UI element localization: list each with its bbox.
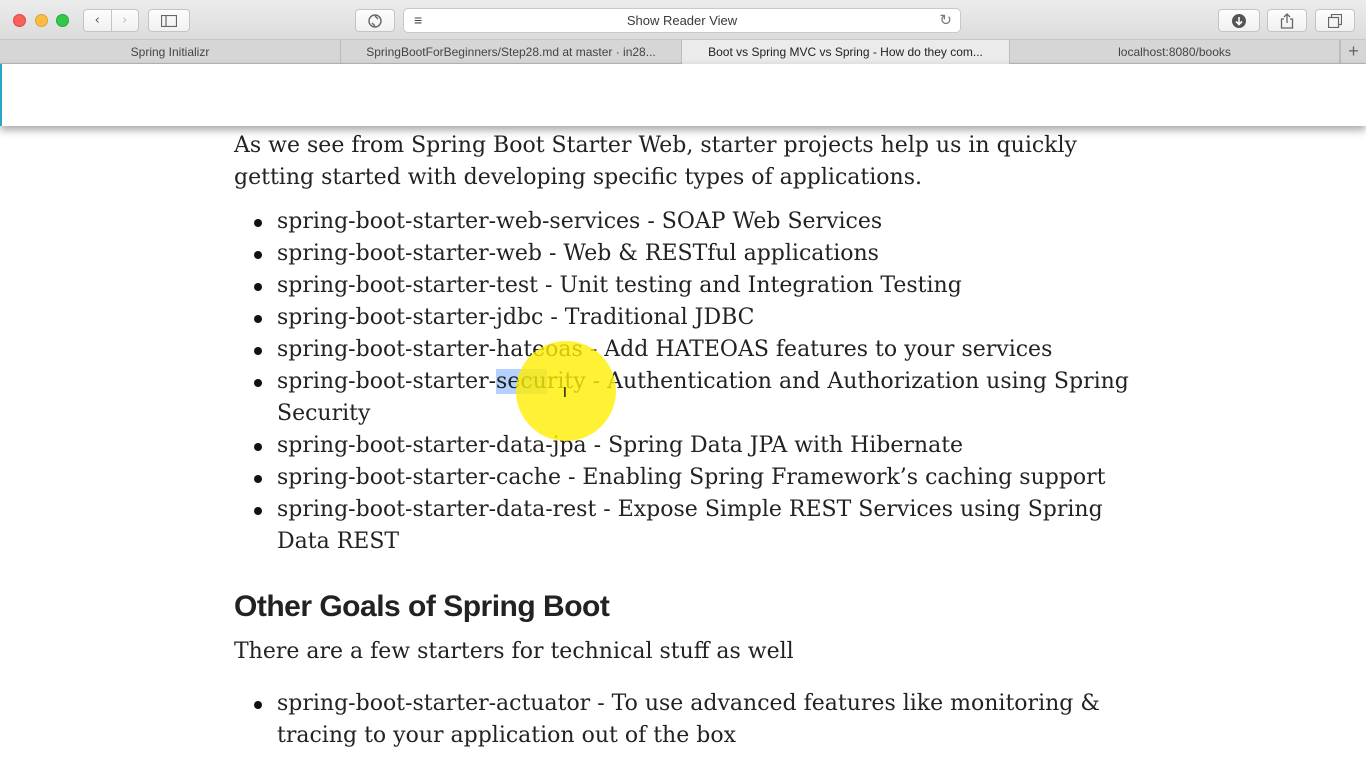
page-header-band bbox=[0, 64, 1366, 126]
starter-description: Spring Data JPA with Hibernate bbox=[608, 433, 964, 458]
starter-description: Web & RESTful applications bbox=[563, 241, 879, 266]
starter-name-prefix: spring-boot-starter- bbox=[277, 369, 497, 394]
tab-spring-initializr[interactable]: Spring Initializr bbox=[0, 40, 341, 64]
new-tab-button[interactable]: + bbox=[1340, 40, 1366, 64]
list-item: spring-boot-starter-cache - Enabling Spr… bbox=[234, 462, 1154, 494]
tab-label: SpringBootForBeginners/Step28.md at mast… bbox=[366, 45, 656, 59]
tab-github-step28[interactable]: SpringBootForBeginners/Step28.md at mast… bbox=[341, 40, 682, 64]
starter-description: Unit testing and Integration Testing bbox=[559, 273, 962, 298]
sidebar-icon bbox=[161, 14, 177, 27]
list-item: spring-boot-starter-web - Web & RESTful … bbox=[234, 238, 1154, 270]
list-item: spring-boot-starter-data-rest - Expose S… bbox=[234, 494, 1154, 558]
list-item: spring-boot-starter-web-services - SOAP … bbox=[234, 206, 1154, 238]
tabs-icon bbox=[1328, 13, 1342, 28]
starter-name: spring-boot-starter-data-rest bbox=[277, 497, 597, 522]
list-item: spring-boot-starter-test - Unit testing … bbox=[234, 270, 1154, 302]
downloads-button[interactable] bbox=[1218, 9, 1260, 32]
tab-label: localhost:8080/books bbox=[1118, 45, 1231, 59]
starter-description: Traditional JDBC bbox=[564, 305, 755, 330]
separator: - bbox=[586, 433, 609, 458]
list-item: spring-boot-starter-actuator - To use ad… bbox=[234, 688, 1154, 752]
separator: - bbox=[543, 305, 565, 330]
tab-overview-button[interactable] bbox=[1315, 9, 1355, 32]
article-content: As we see from Spring Boot Starter Web, … bbox=[234, 128, 1154, 752]
minimize-window-button[interactable] bbox=[35, 14, 48, 27]
text-cursor-icon: I bbox=[563, 386, 567, 401]
starters-list: spring-boot-starter-web-services - SOAP … bbox=[234, 206, 1154, 558]
starter-name: spring-boot-starter-test bbox=[277, 273, 539, 298]
zoom-window-button[interactable] bbox=[56, 14, 69, 27]
tab-bar: Spring Initializr SpringBootForBeginners… bbox=[0, 40, 1366, 64]
tab-boot-vs-spring-mvc[interactable]: Boot vs Spring MVC vs Spring - How do th… bbox=[682, 40, 1010, 64]
back-button[interactable]: ‹ bbox=[84, 10, 111, 31]
forward-button[interactable]: › bbox=[112, 10, 139, 31]
tab-localhost-books[interactable]: localhost:8080/books bbox=[1010, 40, 1340, 64]
nav-button-group: ‹ › bbox=[83, 9, 139, 32]
separator: - bbox=[585, 369, 608, 394]
starter-name: spring-boot-starter-data-jpa bbox=[277, 433, 587, 458]
section-paragraph: There are a few starters for technical s… bbox=[234, 639, 794, 664]
selected-text[interactable]: secu bbox=[496, 369, 547, 394]
browser-toolbar: ‹ › ≡ Show Reader View ↻ bbox=[0, 0, 1366, 40]
share-icon bbox=[1280, 12, 1294, 29]
starter-description: Add HATEOAS features to your services bbox=[604, 337, 1053, 362]
list-item: spring-boot-starter-data-jpa - Spring Da… bbox=[234, 430, 1154, 462]
sync-icon bbox=[368, 13, 382, 28]
sidebar-toggle-button[interactable] bbox=[148, 9, 190, 32]
starter-description: Enabling Spring Framework’s caching supp… bbox=[582, 465, 1106, 490]
address-bar[interactable]: ≡ Show Reader View ↻ bbox=[403, 8, 961, 33]
download-icon bbox=[1232, 13, 1246, 28]
starter-name: spring-boot-starter-jdbc bbox=[277, 305, 544, 330]
list-item-security: spring-boot-starter-security - Authentic… bbox=[234, 366, 1154, 430]
separator: - bbox=[541, 241, 564, 266]
tab-label: Boot vs Spring MVC vs Spring - How do th… bbox=[708, 45, 983, 59]
starter-description: SOAP Web Services bbox=[661, 209, 883, 234]
technical-starters-list: spring-boot-starter-actuator - To use ad… bbox=[234, 688, 1154, 752]
reader-view-icon[interactable]: ≡ bbox=[414, 12, 422, 28]
tab-label: Spring Initializr bbox=[130, 45, 210, 59]
starter-name: spring-boot-starter-actuator bbox=[277, 691, 591, 716]
separator: - bbox=[596, 497, 618, 522]
separator: - bbox=[582, 337, 605, 362]
starter-name: spring-boot-starter-cache bbox=[277, 465, 561, 490]
separator: - bbox=[560, 465, 583, 490]
section-heading: Other Goals of Spring Boot bbox=[234, 590, 610, 623]
list-item: spring-boot-starter-hateoas - Add HATEOA… bbox=[234, 334, 1154, 366]
separator: - bbox=[640, 209, 662, 234]
starter-name: spring-boot-starter-hateoas bbox=[277, 337, 583, 362]
intro-paragraph: As we see from Spring Boot Starter Web, … bbox=[234, 133, 1077, 190]
close-window-button[interactable] bbox=[13, 14, 26, 27]
separator: - bbox=[590, 691, 612, 716]
list-item: spring-boot-starter-jdbc - Traditional J… bbox=[234, 302, 1154, 334]
starter-name: spring-boot-starter-web bbox=[277, 241, 542, 266]
starter-name: spring-boot-starter-web-services bbox=[277, 209, 641, 234]
address-bar-text: Show Reader View bbox=[626, 13, 738, 28]
reload-icon[interactable]: ↻ bbox=[939, 11, 952, 29]
separator: - bbox=[538, 273, 560, 298]
share-button[interactable] bbox=[1267, 9, 1307, 32]
icloud-tabs-button[interactable] bbox=[355, 9, 395, 32]
